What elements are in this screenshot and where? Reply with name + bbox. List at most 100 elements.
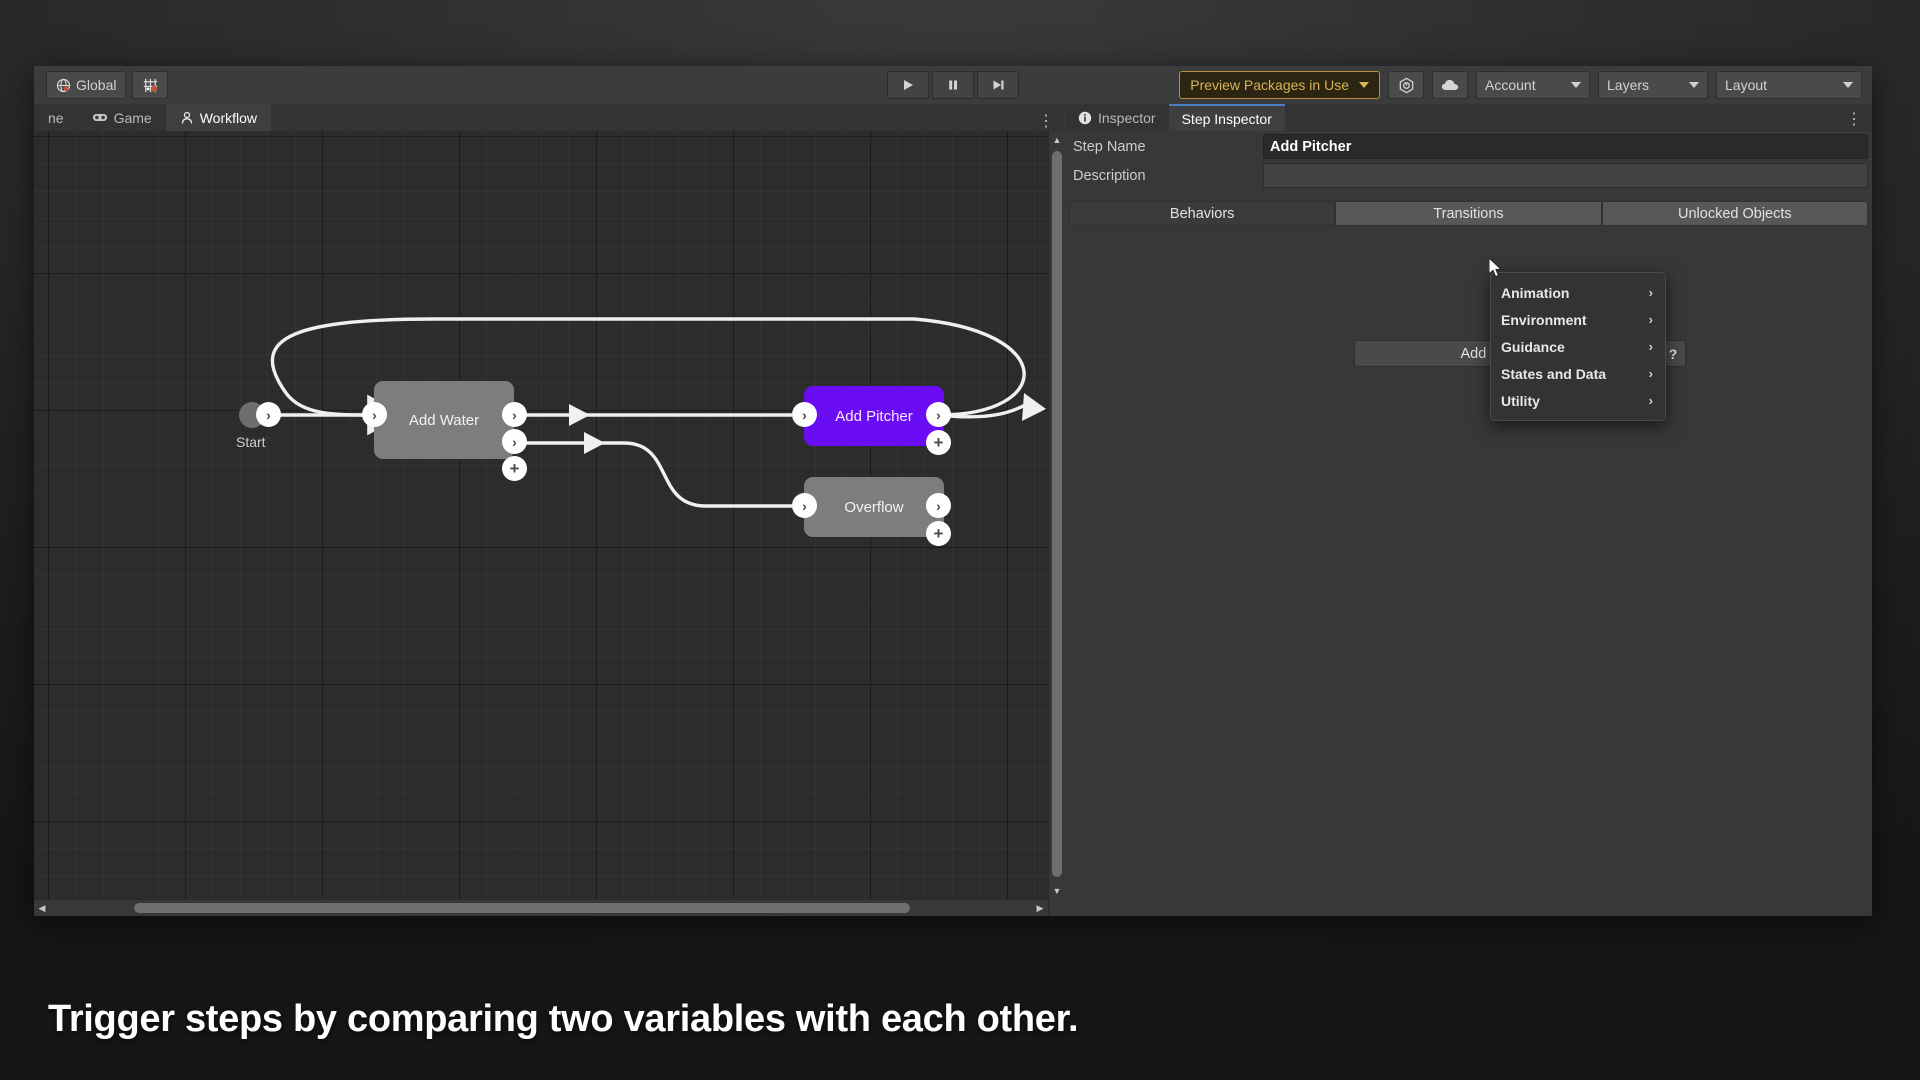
tab-game[interactable]: Game (78, 104, 166, 131)
workflow-icon (180, 111, 194, 125)
scroll-down-icon[interactable]: ▼ (1049, 882, 1065, 900)
segment-behaviors[interactable]: Behaviors (1069, 201, 1336, 226)
preview-packages-label: Preview Packages in Use (1190, 77, 1349, 93)
port-chevron-icon: › (372, 406, 377, 423)
description-input[interactable] (1263, 163, 1868, 188)
graph-vertical-scrollbar[interactable]: ▲ ▼ (1048, 131, 1065, 916)
tab-step-inspector[interactable]: Step Inspector (1168, 104, 1285, 131)
package-manager-button[interactable] (1388, 71, 1424, 99)
global-pivot-button[interactable]: Global (46, 71, 127, 99)
node-add-pitcher[interactable]: Add Pitcher (804, 386, 944, 446)
segment-unlocked-objects[interactable]: Unlocked Objects (1601, 201, 1868, 226)
start-output-port[interactable]: › (256, 402, 281, 427)
preview-packages-button[interactable]: Preview Packages in Use (1179, 71, 1380, 99)
node-add-pitcher-input-port[interactable]: › (792, 402, 817, 427)
graph-horizontal-scrollbar[interactable]: ◀ ▶ (34, 899, 1048, 916)
node-add-pitcher-output-port[interactable]: › (926, 402, 951, 427)
layout-label: Layout (1725, 77, 1768, 93)
port-chevron-icon: › (802, 406, 807, 423)
step-inspector-panel: Inspector Step Inspector ⋮ Step Name Add… (1065, 104, 1872, 916)
segment-transitions-label: Transitions (1433, 205, 1504, 222)
step-name-label: Step Name (1073, 138, 1146, 155)
scroll-left-icon[interactable]: ◀ (34, 900, 50, 916)
help-label: ? (1668, 345, 1678, 362)
port-chevron-icon: › (266, 406, 271, 423)
segment-transitions[interactable]: Transitions (1335, 201, 1602, 226)
start-node-label: Start (236, 434, 266, 450)
node-overflow-add-port-button[interactable]: + (926, 521, 951, 546)
unity-package-icon (1398, 77, 1415, 94)
menu-item-environment[interactable]: Environment › (1491, 306, 1665, 333)
globe-icon (56, 78, 71, 93)
node-add-water-input-port[interactable]: › (362, 402, 387, 427)
graph-panel-menu-button[interactable]: ⋮ (1038, 111, 1054, 131)
port-chevron-icon: › (936, 497, 941, 514)
plus-icon: + (933, 432, 944, 452)
node-add-water-add-port-button[interactable]: + (502, 456, 527, 481)
menu-item-animation-label: Animation (1501, 284, 1570, 301)
graph-hscroll-thumb[interactable] (134, 903, 910, 913)
node-add-pitcher-label: Add Pitcher (835, 407, 913, 425)
grid-snap-button[interactable] (132, 71, 169, 99)
scroll-right-icon[interactable]: ▶ (1032, 900, 1048, 916)
step-button[interactable] (977, 71, 1019, 99)
menu-item-animation[interactable]: Animation › (1491, 279, 1665, 306)
node-add-pitcher-add-port-button[interactable]: + (926, 430, 951, 455)
menu-item-states-and-data[interactable]: States and Data › (1491, 360, 1665, 387)
pause-button[interactable] (932, 71, 974, 99)
gamepad-icon (92, 112, 108, 123)
step-forward-icon (991, 78, 1005, 92)
pause-icon (946, 78, 960, 92)
inspector-panel-menu-button[interactable]: ⋮ (1846, 109, 1862, 129)
caption-text: Trigger steps by comparing two variables… (48, 998, 1079, 1040)
add-behavior-context-menu[interactable]: Animation › Environment › Guidance › Sta… (1490, 272, 1666, 421)
info-icon (1078, 111, 1092, 125)
inspector-segmented-tabs: Behaviors Transitions Unlocked Objects (1069, 201, 1868, 226)
layers-label: Layers (1607, 77, 1650, 93)
port-chevron-icon: › (512, 433, 517, 450)
port-chevron-icon: › (802, 497, 807, 514)
inspector-tab-strip: Inspector Step Inspector ⋮ (1065, 104, 1872, 131)
workflow-graph-canvas[interactable]: Start › Add Water › › › + Add Pitcher › … (34, 131, 1048, 916)
node-add-water-output-port-2[interactable]: › (502, 429, 527, 454)
account-dropdown[interactable]: Account (1476, 71, 1590, 99)
layout-dropdown[interactable]: Layout (1716, 71, 1862, 99)
description-row: Description (1069, 162, 1868, 189)
play-button[interactable] (887, 71, 929, 99)
chevron-right-icon: › (1648, 366, 1653, 381)
port-chevron-icon: › (512, 406, 517, 423)
node-overflow[interactable]: Overflow (804, 477, 944, 537)
node-add-water-output-port-1[interactable]: › (502, 402, 527, 427)
chevron-right-icon: › (1648, 312, 1653, 327)
menu-item-guidance[interactable]: Guidance › (1491, 333, 1665, 360)
mouse-cursor-icon (1489, 258, 1505, 280)
step-name-input[interactable]: Add Pitcher (1263, 134, 1868, 159)
cloud-icon (1441, 78, 1460, 92)
toolbar-right-group: Preview Packages in Use Account Layers L… (1179, 71, 1862, 99)
tab-workflow[interactable]: Workflow (165, 104, 272, 131)
plus-icon: + (933, 523, 944, 543)
menu-item-utility[interactable]: Utility › (1491, 387, 1665, 414)
layers-dropdown[interactable]: Layers (1598, 71, 1708, 99)
tab-game-label: Game (113, 109, 152, 126)
toolbar-left-group: Global (34, 71, 169, 99)
chevron-down-icon (1689, 82, 1699, 88)
tab-inspector[interactable]: Inspector (1065, 104, 1169, 131)
menu-item-environment-label: Environment (1501, 311, 1587, 328)
node-add-water[interactable]: Add Water (374, 381, 514, 459)
menu-item-utility-label: Utility (1501, 392, 1540, 409)
menu-item-guidance-label: Guidance (1501, 338, 1565, 355)
node-add-water-label: Add Water (408, 411, 480, 429)
tab-scene[interactable]: ne (34, 104, 78, 131)
top-toolbar: Global Preview Packages in Use Account L… (34, 66, 1872, 105)
graph-vscroll-thumb[interactable] (1052, 151, 1062, 877)
cloud-button[interactable] (1432, 71, 1468, 99)
scroll-up-icon[interactable]: ▲ (1049, 131, 1065, 149)
node-overflow-output-port[interactable]: › (926, 493, 951, 518)
node-overflow-label: Overflow (844, 498, 904, 516)
step-name-row: Step Name Add Pitcher (1069, 133, 1868, 160)
chevron-right-icon: › (1648, 285, 1653, 300)
node-overflow-input-port[interactable]: › (792, 493, 817, 518)
chevron-down-icon (1571, 82, 1581, 88)
plus-icon: + (509, 458, 520, 478)
